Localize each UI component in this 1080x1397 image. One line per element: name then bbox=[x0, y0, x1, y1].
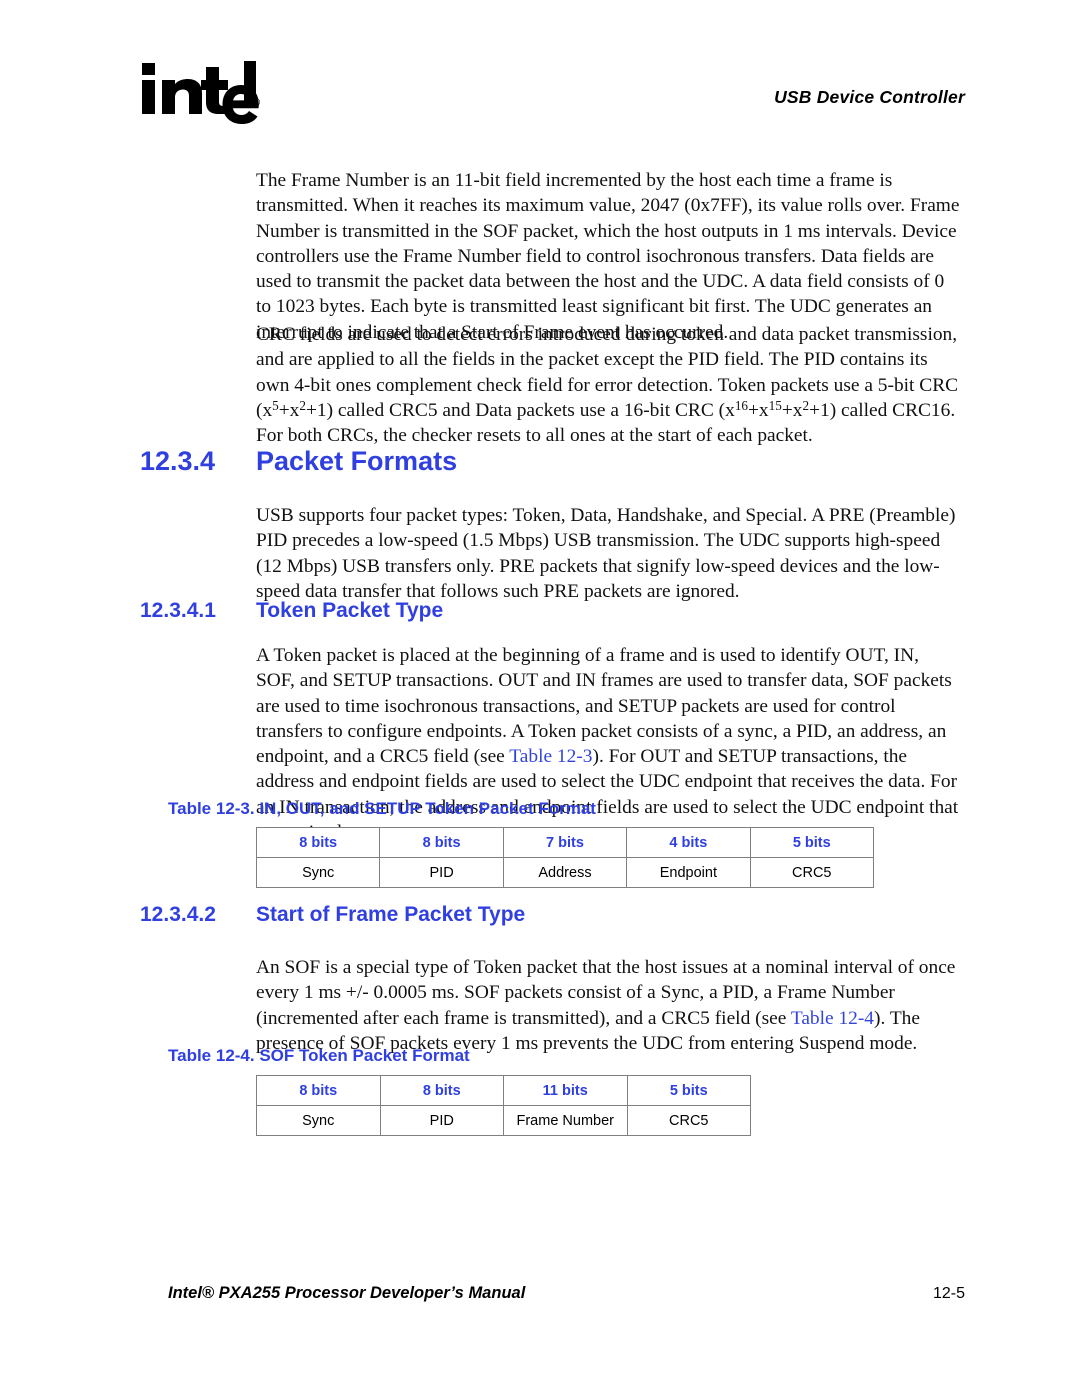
page-header: ® USB Device Controller bbox=[140, 55, 965, 130]
paragraph-frame-number: The Frame Number is an 11-bit field incr… bbox=[256, 170, 960, 343]
table-caption-12-4: Table 12-4. SOF Token Packet Format bbox=[168, 1046, 470, 1066]
heading-12-3-4-2-number: 12.3.4.2 bbox=[140, 903, 216, 926]
crc-text-4: +x bbox=[748, 399, 769, 421]
crc-text-2: +x bbox=[278, 399, 300, 421]
crc-superscript-15: 15 bbox=[768, 397, 782, 413]
page-footer: Intel® PXA255 Processor Developer’s Manu… bbox=[168, 1284, 965, 1308]
table-row: Sync PID Frame Number CRC5 bbox=[256, 1105, 751, 1136]
table-cell-bits-3: 11 bits bbox=[503, 1075, 628, 1106]
table-in-out-setup-token-packet-format: 8 bits 8 bits 7 bits 4 bits 5 bits Sync … bbox=[255, 827, 874, 888]
table-cell-field-2: PID bbox=[379, 857, 504, 888]
table-cell-bits-2: 8 bits bbox=[379, 827, 504, 858]
table-cell-bits-2: 8 bits bbox=[379, 1075, 504, 1106]
table-cell-bits-3: 7 bits bbox=[502, 827, 628, 858]
intel-logo: ® bbox=[140, 55, 265, 127]
table-cell-bits-5: 5 bits bbox=[749, 827, 874, 858]
table-caption-12-4-label: Table 12-4 bbox=[168, 1046, 250, 1065]
table-caption-12-4-text: . SOF Token Packet Format bbox=[249, 1046, 470, 1065]
table-cell-field-4: CRC5 bbox=[626, 1105, 751, 1136]
table-cell-bits-4: 4 bits bbox=[626, 827, 751, 858]
paragraph-crc-fields: CRC fields are used to detect errors int… bbox=[256, 322, 962, 448]
table-row: Sync PID Address Endpoint CRC5 bbox=[255, 857, 874, 888]
heading-12-3-4-title: Packet Formats bbox=[256, 446, 458, 476]
table-caption-12-3-label: Table 12-3 bbox=[168, 799, 250, 818]
table-caption-12-3-text: . IN, OUT, and SETUP Token Packet Format bbox=[249, 799, 596, 818]
table-sof-token-packet-format: 8 bits 8 bits 11 bits 5 bits Sync PID Fr… bbox=[256, 1075, 751, 1136]
crc-text-3: +1) called CRC5 and Data packets use a 1… bbox=[305, 399, 735, 421]
heading-12-3-4-number: 12.3.4 bbox=[140, 446, 216, 476]
registered-trademark-icon: ® bbox=[252, 97, 261, 109]
table-cell-field-1: Sync bbox=[255, 857, 381, 888]
heading-12-3-4-2-title: Start of Frame Packet Type bbox=[256, 903, 526, 926]
paragraph-packet-types: USB supports four packet types: Token, D… bbox=[256, 505, 956, 602]
table-caption-12-3: Table 12-3. IN, OUT, and SETUP Token Pac… bbox=[168, 799, 596, 819]
heading-12-3-4-1-title: Token Packet Type bbox=[256, 599, 444, 622]
footer-page-number: 12-5 bbox=[932, 1285, 965, 1302]
heading-12-3-4-1-number: 12.3.4.1 bbox=[140, 599, 216, 622]
table-cell-bits-1: 8 bits bbox=[255, 827, 381, 858]
table-cell-field-1: Sync bbox=[256, 1105, 381, 1136]
heading-12-3-4-1: 12.3.4.1 Token Packet Type bbox=[140, 599, 443, 623]
heading-12-3-4-2: 12.3.4.2 Start of Frame Packet Type bbox=[140, 903, 525, 927]
running-head-title: USB Device Controller bbox=[774, 87, 965, 107]
document-page: ® USB Device Controller The Frame Number… bbox=[0, 0, 1080, 1397]
paragraph-start-of-frame: An SOF is a special type of Token packet… bbox=[256, 955, 962, 1056]
table-row-header: 8 bits 8 bits 11 bits 5 bits bbox=[256, 1075, 751, 1106]
table-cell-field-3: Address bbox=[502, 857, 628, 888]
table-cell-bits-4: 5 bits bbox=[626, 1075, 751, 1106]
table-cell-field-5: CRC5 bbox=[749, 857, 874, 888]
crc-superscript-2a: 2 bbox=[299, 397, 306, 413]
footer-manual-title: Intel® PXA255 Processor Developer’s Manu… bbox=[168, 1284, 526, 1302]
crc-superscript-5: 5 bbox=[272, 397, 279, 413]
crc-text-5: +x bbox=[781, 399, 803, 421]
table-cell-field-4: Endpoint bbox=[626, 857, 751, 888]
table-cell-bits-1: 8 bits bbox=[256, 1075, 381, 1106]
table-cell-field-3: Frame Number bbox=[503, 1105, 628, 1136]
table-row-header: 8 bits 8 bits 7 bits 4 bits 5 bits bbox=[255, 827, 874, 858]
link-table-12-4[interactable]: Table 12-4 bbox=[791, 1008, 874, 1029]
link-table-12-3[interactable]: Table 12-3 bbox=[509, 746, 592, 767]
heading-12-3-4: 12.3.4 Packet Formats bbox=[140, 446, 457, 477]
crc-superscript-16: 16 bbox=[734, 397, 748, 413]
table-cell-field-2: PID bbox=[379, 1105, 504, 1136]
